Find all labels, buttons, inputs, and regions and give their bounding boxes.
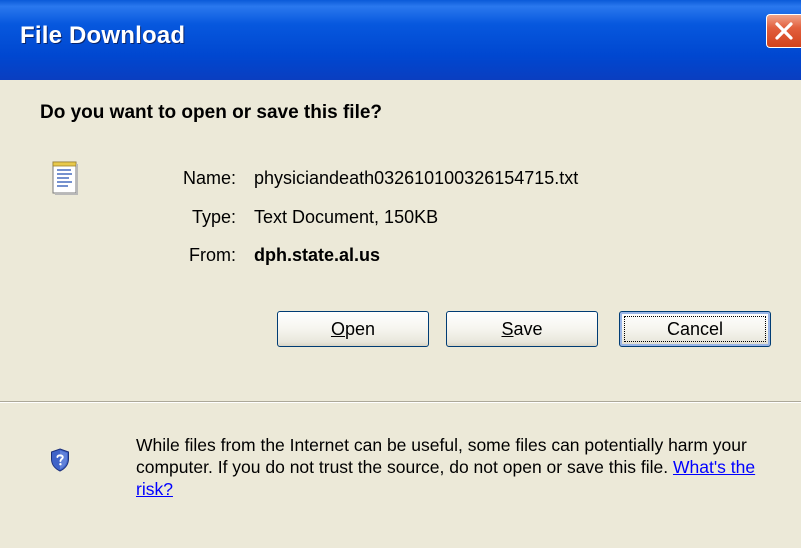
open-button[interactable]: Open — [277, 311, 429, 347]
save-button[interactable]: Save — [446, 311, 598, 347]
dialog-body: Do you want to open or save this file? N… — [0, 80, 801, 548]
file-name-value: physiciandeath032610100326154715.txt — [254, 168, 579, 188]
security-shield-icon — [50, 448, 70, 472]
source-domain-value: dph.state.al.us — [254, 245, 381, 265]
save-mnemonic: S — [501, 319, 514, 339]
cancel-label: Cancel — [666, 319, 724, 339]
window-title: File Download — [20, 22, 186, 49]
save-label-rest: ave — [513, 319, 543, 339]
name-label: Name: — [182, 168, 236, 188]
cancel-button[interactable]: Cancel — [619, 311, 771, 347]
close-button[interactable] — [766, 14, 801, 48]
open-label-rest: pen — [344, 319, 376, 339]
file-download-dialog: File Download Do you want to open or sav… — [0, 0, 801, 548]
type-label: Type: — [191, 207, 236, 227]
file-type-value: Text Document, 150KB — [254, 207, 439, 227]
security-warning: While files from the Internet can be use… — [136, 434, 776, 500]
dialog-question: Do you want to open or save this file? — [40, 102, 383, 123]
warning-text: While files from the Internet can be use… — [136, 435, 747, 477]
title-bar[interactable]: File Download — [0, 0, 801, 80]
open-mnemonic: O — [330, 319, 345, 339]
section-divider-highlight — [0, 402, 801, 403]
from-label: From: — [189, 245, 236, 265]
